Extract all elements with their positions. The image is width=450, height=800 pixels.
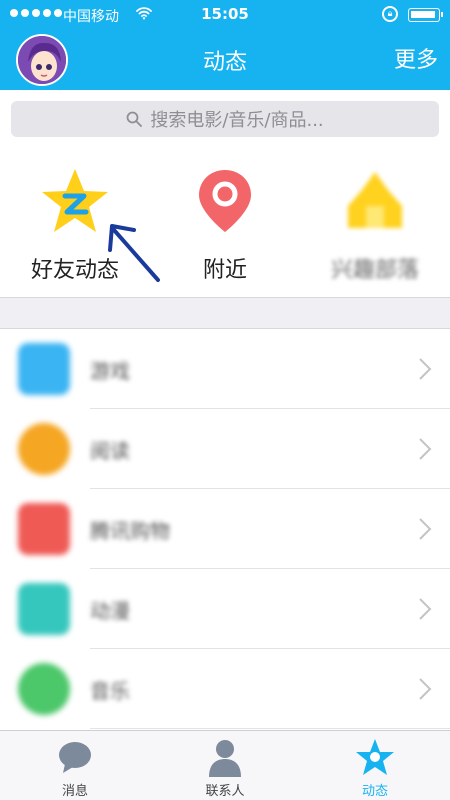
list-item[interactable]: 游戏	[0, 329, 450, 409]
search-icon	[126, 111, 143, 127]
more-button[interactable]: 更多	[394, 42, 438, 74]
list-item-label: 腾讯购物	[90, 519, 170, 543]
tab-contacts[interactable]: 联系人	[150, 731, 300, 800]
list-item-label: 阅读	[90, 439, 130, 463]
rotation-lock-icon: 🔒︎	[382, 6, 398, 22]
tab-messages[interactable]: 消息	[0, 731, 150, 800]
reading-icon	[18, 423, 70, 475]
shortcut-label: 附近	[202, 258, 247, 283]
message-icon	[59, 742, 91, 773]
service-list: 游戏 阅读 腾讯购物 动漫 音乐	[0, 328, 450, 730]
top-bar: 中国移动 15:05 🔒︎ 动态 更多	[0, 0, 450, 90]
discover-star-icon	[356, 739, 394, 775]
list-item-label: 音乐	[90, 679, 130, 703]
shortcut-label: 兴趣部落	[330, 258, 419, 283]
annotation-arrow-icon	[108, 224, 160, 282]
status-bar: 中国移动 15:05 🔒︎	[0, 0, 450, 30]
shortcut-nearby[interactable]: 附近	[150, 152, 300, 298]
list-item[interactable]: 阅读	[0, 409, 450, 489]
divider	[90, 728, 450, 729]
list-item-label: 动漫	[90, 599, 130, 623]
list-item[interactable]: 音乐	[0, 649, 450, 729]
tribe-icon	[348, 172, 402, 228]
game-icon	[18, 343, 70, 395]
chevron-right-icon	[419, 358, 432, 380]
list-item-label: 游戏	[90, 359, 130, 383]
list-item[interactable]: 动漫	[0, 569, 450, 649]
list-item[interactable]: 腾讯购物	[0, 489, 450, 569]
shortcut-grid: 好友动态 附近 兴趣部落	[0, 152, 450, 298]
chevron-right-icon	[419, 678, 432, 700]
contacts-icon	[209, 740, 241, 777]
chevron-right-icon	[419, 438, 432, 460]
shortcut-tribe[interactable]: 兴趣部落	[300, 152, 450, 298]
shopping-icon	[18, 503, 70, 555]
search-section: 搜索电影/音乐/商品...	[0, 90, 450, 152]
search-placeholder: 搜索电影/音乐/商品...	[150, 110, 324, 131]
tab-label: 消息	[61, 784, 88, 799]
tab-label: 联系人	[205, 784, 245, 799]
chevron-right-icon	[419, 518, 432, 540]
search-input[interactable]: 搜索电影/音乐/商品...	[11, 101, 439, 137]
location-pin-icon	[199, 170, 251, 232]
page-title: 动态	[202, 50, 247, 75]
tab-bar: 消息 联系人 动态	[0, 730, 450, 800]
comic-icon	[18, 583, 70, 635]
battery-icon	[408, 8, 443, 22]
chevron-right-icon	[419, 598, 432, 620]
tab-label: 动态	[361, 784, 388, 799]
music-icon	[18, 663, 70, 715]
tab-feed[interactable]: 动态	[300, 731, 450, 800]
